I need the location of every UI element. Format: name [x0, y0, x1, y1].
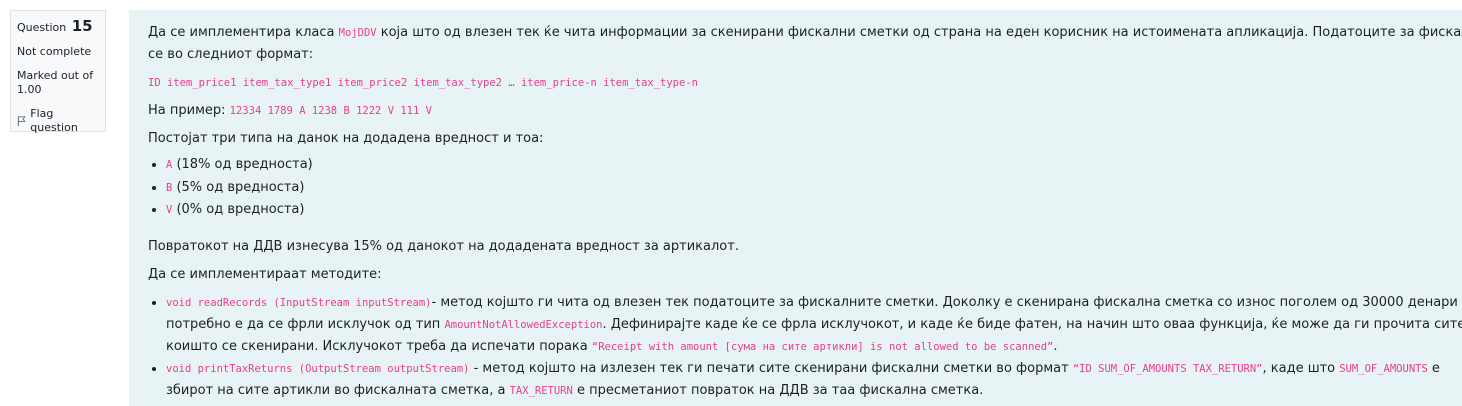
- intro-text-end: се во следниот формат:: [148, 47, 314, 62]
- question-text: Да се имплементира класа MojDDV која што…: [129, 10, 1462, 406]
- tax-type-desc: (5% од вредноста): [172, 179, 305, 195]
- class-name-code: MojDDV: [338, 27, 377, 39]
- tax-types-list: A (18% од вредноста) B (5% од вредноста)…: [148, 154, 1454, 222]
- intro-text: Да се имплементира класа: [148, 25, 339, 40]
- example-label: На пример:: [148, 103, 230, 118]
- flag-question-label: Flag question: [30, 107, 78, 134]
- format-code: ID item_price1 item_tax_type1 item_price…: [148, 77, 698, 89]
- list-item: V (0% од вредноста): [166, 199, 1454, 222]
- method-desc: е пресметаниот повраток на ДДВ за таа фи…: [572, 382, 984, 398]
- question-info-panel: Question 15 Not complete Marked out of 1…: [10, 10, 106, 135]
- method-desc: потребно е да се фрли исклучок од тип: [166, 316, 445, 332]
- format-line: ID item_price1 item_tax_type1 item_price…: [148, 72, 1454, 94]
- question-number: Question 15: [17, 19, 99, 35]
- methods-list: void readRecords (InputStream inputStrea…: [148, 292, 1462, 402]
- intro-text-cont: која што од влезен тек ќе чита информаци…: [376, 25, 1462, 40]
- method-desc: е: [1427, 360, 1440, 376]
- question-label: Question: [17, 21, 67, 34]
- methods-intro: Да се имплементираат методите:: [148, 266, 382, 282]
- tax-type-desc: (0% од вредноста): [172, 202, 305, 217]
- exception-code: AmountNotAllowedException: [444, 318, 603, 331]
- example-code: 12334 1789 A 1238 B 1222 V 111 V: [229, 105, 432, 117]
- question-grade: Marked out of 1.00: [17, 69, 99, 97]
- sum-code: SUM_OF_AMOUNTS: [1339, 362, 1428, 375]
- method-desc: . Дефинирајте каде ќе се фрла исклучокот…: [602, 316, 1462, 332]
- grade-label: Marked out of: [17, 69, 94, 82]
- example-line: На пример: 12334 1789 A 1238 B 1222 V 11…: [148, 100, 1454, 122]
- method-desc: .: [1053, 338, 1058, 354]
- question-number-value: 15: [71, 17, 93, 35]
- question-state: Not complete: [17, 45, 92, 58]
- tax-type-desc: (18% од вредноста): [172, 157, 313, 172]
- flag-question-link[interactable]: Flag question: [17, 107, 99, 135]
- intro-paragraph: Да се имплементира класа MojDDV која што…: [148, 22, 1462, 66]
- method-desc: збирот на сите артикли во фискалната сме…: [166, 382, 510, 398]
- grade-value: 1.00: [17, 83, 42, 96]
- method-desc: - метод којшто на излезен тек ги печати …: [469, 360, 1073, 376]
- list-item: void printTaxReturns (OutputStream outpu…: [166, 358, 1454, 402]
- list-item: void readRecords (InputStream inputStrea…: [166, 292, 1462, 358]
- method-signature-code: void printTaxReturns (OutputStream outpu…: [166, 362, 470, 375]
- tax-types-intro: Постојат три типа на данок на додадена в…: [148, 131, 544, 146]
- flag-icon: [17, 116, 26, 127]
- method-desc: - метод којшто ги чита од влезен тек под…: [431, 294, 1458, 310]
- refund-paragraph: Повратокот на ДДВ изнесува 15% од даноко…: [148, 238, 739, 254]
- method-signature-code: void readRecords (InputStream inputStrea…: [166, 296, 432, 309]
- message-code: “Receipt with amount [сума на сите артик…: [591, 340, 1054, 353]
- method-desc: коишто се скенирани. Исклучокот треба да…: [166, 338, 592, 354]
- list-item: B (5% од вредноста): [166, 177, 1454, 200]
- format-code: “ID SUM_OF_AMOUNTS TAX_RETURN”: [1072, 362, 1263, 375]
- list-item: A (18% од вредноста): [166, 154, 1454, 177]
- method-desc: , каде што: [1262, 360, 1340, 376]
- tax-return-code: TAX_RETURN: [509, 384, 573, 397]
